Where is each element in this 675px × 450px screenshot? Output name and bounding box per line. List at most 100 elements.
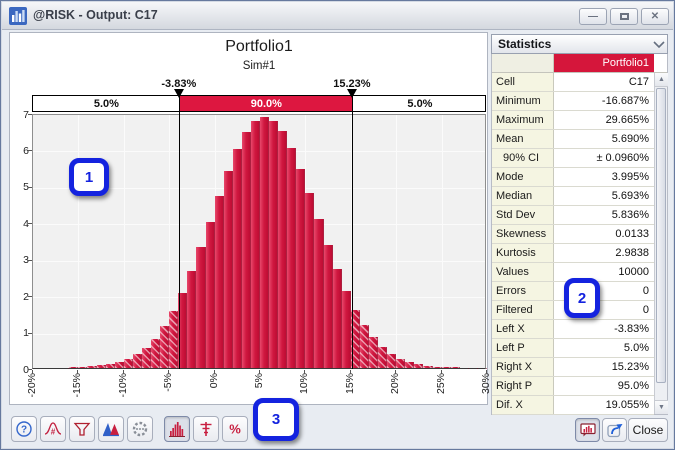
callout-badge-3: 3 [253, 398, 299, 441]
stats-row: Skewness0.0133 [492, 225, 654, 244]
histogram-bar [151, 339, 160, 369]
stats-label-cell: Left X [492, 320, 554, 338]
chevron-down-icon [651, 41, 667, 48]
y-axis-tick [28, 296, 32, 297]
delimiters-icon [197, 420, 215, 438]
histogram-bar [269, 121, 278, 368]
stats-value-cell: C17 [554, 73, 654, 91]
stats-row: Mean5.690% [492, 130, 654, 149]
x-axis-label: 0% [209, 373, 220, 405]
stats-scrollbar[interactable]: ▲ ▼ [654, 73, 667, 414]
overlay-button[interactable] [98, 416, 124, 442]
histogram-bar [396, 359, 405, 368]
histogram-bar [369, 337, 378, 368]
x-axis-tick [32, 370, 33, 374]
stats-label-cell: 90% CI [492, 149, 554, 167]
histogram-bar [414, 364, 423, 368]
filter-button[interactable] [69, 416, 95, 442]
stats-label-cell: Mode [492, 168, 554, 186]
distribution-format-button[interactable]: # [40, 416, 66, 442]
histogram-bar [187, 271, 196, 368]
stats-column-header[interactable]: Portfolio1 [554, 54, 654, 72]
y-axis-tick [28, 150, 32, 151]
histogram-bar [224, 171, 233, 368]
right-delimiter-line[interactable] [352, 95, 353, 369]
y-axis-label: 6 [12, 145, 29, 157]
stats-label-cell: Right P [492, 377, 554, 395]
stats-row: Dif. X19.055% [492, 396, 654, 415]
histogram-bar [423, 366, 432, 368]
y-axis-label: 4 [12, 218, 29, 230]
x-axis-label: 10% [299, 373, 310, 405]
histogram-bar [378, 347, 387, 368]
histogram-bar [97, 365, 106, 368]
stats-rows: CellC17Minimum-16.687%Maximum29.665%Mean… [492, 73, 654, 415]
stats-row: CellC17 [492, 73, 654, 92]
chart-window-button[interactable] [575, 418, 600, 442]
close-button[interactable]: Close [628, 418, 668, 442]
percent-icon: % [226, 420, 244, 438]
stats-row: Mode3.995% [492, 168, 654, 187]
percent-view-button[interactable]: % [222, 416, 248, 442]
minimize-button[interactable]: — [579, 8, 607, 25]
x-axis-label: 15% [345, 373, 356, 405]
statistics-panel: Statistics Portfolio1 CellC17Minimum-16.… [491, 34, 668, 415]
stats-label-cell: Left P [492, 339, 554, 357]
left-delimiter-line[interactable] [179, 95, 180, 369]
histogram-bar [215, 196, 224, 368]
stats-value-cell: 5.690% [554, 130, 654, 148]
maximize-icon [620, 13, 629, 20]
risk-output-window: @RISK - Output: C17 — ✕ Portfolio1 Sim#1… [0, 0, 675, 450]
stats-value-cell: 5.693% [554, 187, 654, 205]
stats-row: Left P5.0% [492, 339, 654, 358]
y-axis-label: 7 [12, 109, 29, 121]
histogram-bar [433, 367, 442, 368]
stats-dropdown[interactable]: Statistics [491, 34, 668, 54]
stats-dropdown-label: Statistics [492, 37, 651, 51]
x-axis-label: 25% [436, 373, 447, 405]
stats-table-header-row: Portfolio1 [492, 54, 667, 73]
histogram-bar [251, 121, 260, 368]
chart-subtitle: Sim#1 [10, 60, 508, 72]
x-axis-tick [441, 370, 442, 374]
settings-button[interactable] [127, 416, 153, 442]
band-right-percent: 5.0% [353, 96, 487, 111]
chart-title: Portfolio1 [10, 38, 508, 56]
stats-label-cell: Median [492, 187, 554, 205]
histogram-view-button[interactable] [164, 416, 190, 442]
histogram-bar [478, 368, 487, 369]
help-button[interactable]: ? [11, 416, 37, 442]
stats-label-cell: Cell [492, 73, 554, 91]
delimiters-view-button[interactable] [193, 416, 219, 442]
stats-row: Kurtosis2.9838 [492, 244, 654, 263]
x-axis-tick [304, 370, 305, 374]
stats-label-cell: Skewness [492, 225, 554, 243]
titlebar[interactable]: @RISK - Output: C17 — ✕ [2, 2, 673, 30]
stats-value-cell: ± 0.0960% [554, 149, 654, 167]
scroll-up-icon[interactable]: ▲ [655, 73, 668, 87]
funnel-icon [73, 420, 91, 438]
histogram-bar [460, 368, 469, 369]
stats-row: Std Dev5.836% [492, 206, 654, 225]
scroll-down-icon[interactable]: ▼ [655, 400, 668, 414]
x-axis-tick [168, 370, 169, 374]
x-axis-tick [77, 370, 78, 374]
maximize-button[interactable] [610, 8, 638, 25]
stats-label-cell: Dif. X [492, 396, 554, 414]
histogram-bar [60, 368, 69, 369]
histogram-bar [260, 117, 269, 368]
histogram-bar [160, 326, 169, 368]
histogram-bar [469, 368, 478, 369]
edit-chart-button[interactable] [602, 418, 627, 442]
chart-callout-icon [579, 421, 597, 439]
stats-label-cell: Mean [492, 130, 554, 148]
scroll-thumb[interactable] [656, 88, 666, 383]
stats-value-cell: -16.687% [554, 92, 654, 110]
gridline-vertical [124, 115, 125, 368]
window-close-button[interactable]: ✕ [641, 8, 669, 25]
gridline-vertical [442, 115, 443, 368]
y-axis-tick [28, 260, 32, 261]
histogram-bar [324, 245, 333, 368]
window-title: @RISK - Output: C17 [33, 8, 158, 22]
histogram-icon [168, 420, 186, 438]
